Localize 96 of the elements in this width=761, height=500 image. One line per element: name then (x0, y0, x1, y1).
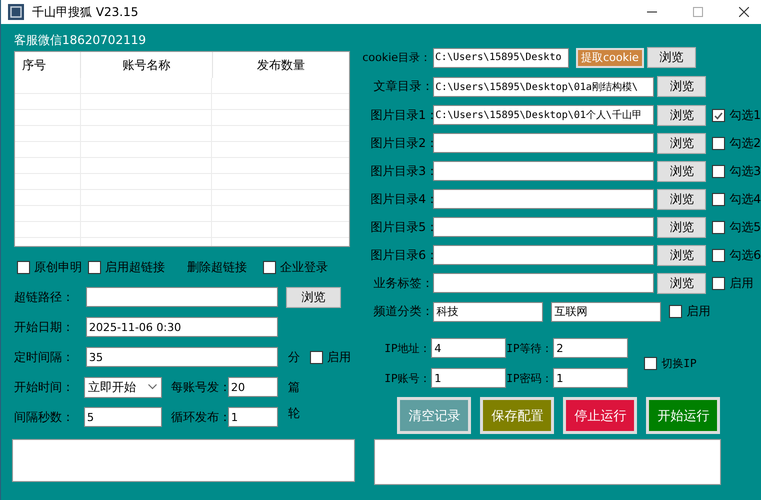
field-label: 开始时间： (14, 378, 75, 396)
field-label: 文章目录： (372, 78, 434, 95)
log-area[interactable] (374, 439, 721, 485)
browse-button[interactable]: 浏览 (657, 188, 706, 210)
cookie-dir-field[interactable]: C:\Users\15895\Deskto (433, 48, 570, 68)
checkbox[interactable] (712, 136, 726, 150)
browse-button[interactable]: 浏览 (657, 216, 706, 238)
browse-button[interactable]: 浏览 (657, 244, 706, 266)
image-dir-field[interactable]: C:\Users\15895\Desktop\01个人\千山甲 (433, 105, 654, 125)
checkbox-label: 启用 (686, 303, 710, 320)
loop-field[interactable]: 1 (228, 407, 278, 427)
checkbox[interactable] (712, 164, 726, 178)
column-header[interactable]: 账号名称 (81, 52, 213, 78)
image-dir-field[interactable] (433, 133, 654, 153)
close-icon[interactable] (739, 7, 749, 17)
column-header[interactable]: 发布数量 (213, 52, 349, 78)
interval-seconds-field[interactable]: 5 (84, 407, 162, 427)
caret-icon (148, 384, 157, 390)
article-dir-field[interactable]: C:\Users\15895\Desktop\01a刚结构模\ (433, 76, 654, 96)
field-label: 频道分类： (372, 303, 434, 320)
browse-button[interactable]: 浏览 (286, 286, 341, 308)
start-time-dropdown[interactable]: 立即开始 (84, 376, 162, 398)
interval-field[interactable]: 35 (86, 347, 278, 367)
field-label: 定时间隔： (14, 348, 75, 366)
checkbox-label: 勾选2 (729, 134, 761, 152)
column-header[interactable]: 序号 (15, 52, 81, 78)
checkbox-label: 勾选5 (729, 218, 761, 236)
checkbox[interactable] (712, 108, 726, 122)
ip-field[interactable]: 1 (431, 368, 506, 388)
unit-label: 分 (288, 348, 300, 366)
browse-button[interactable]: 浏览 (657, 104, 706, 126)
field-label: 图片目录5： (370, 218, 434, 236)
field-label: IP等待： (506, 340, 554, 356)
field-label: IP密码： (506, 370, 554, 386)
browse-button[interactable]: 浏览 (657, 76, 706, 97)
field-label: 每账号发： (171, 378, 228, 396)
browse-button[interactable]: 浏览 (657, 132, 706, 154)
action-button[interactable]: 保存配置 (480, 397, 554, 434)
field-label: 开始日期： (14, 318, 75, 336)
action-button[interactable]: 开始运行 (646, 397, 720, 434)
field-label: 图片目录4： (370, 190, 434, 208)
field-label: cookie目录： (362, 50, 432, 65)
log-area[interactable] (12, 439, 355, 482)
checkbox-label: 启用 (327, 348, 351, 366)
checkbox-label: 勾选1 (729, 106, 761, 124)
unit-label: 篇 (288, 378, 300, 396)
image-dir-field[interactable] (433, 161, 654, 181)
app-icon (8, 4, 24, 20)
tags-field[interactable] (433, 273, 654, 293)
ip-field[interactable]: 1 (553, 368, 628, 388)
checkbox-label: 启用 (729, 274, 754, 292)
checkbox-label: 原创申明 (34, 258, 82, 276)
checkbox-label: 企业登录 (280, 258, 328, 276)
field-label: 间隔秒数： (14, 408, 75, 426)
checkbox[interactable] (712, 276, 726, 290)
browse-button[interactable]: 浏览 (657, 272, 706, 294)
checkbox-label: 勾选3 (729, 162, 761, 180)
checkbox[interactable] (669, 305, 682, 318)
link-path-field[interactable] (86, 287, 278, 307)
field-label: 图片目录3： (370, 162, 434, 180)
ip-field[interactable]: 4 (431, 338, 506, 358)
field-label: 图片目录1： (370, 106, 434, 124)
checkbox[interactable] (712, 220, 726, 234)
checkbox[interactable] (712, 248, 726, 262)
checkbox[interactable] (17, 260, 30, 274)
checkbox-label: 启用超链接 (105, 258, 165, 276)
checkbox[interactable] (644, 356, 658, 370)
image-dir-field[interactable] (433, 217, 654, 237)
contact-text: 客服微信18620702119 (14, 33, 147, 47)
action-button[interactable]: 停止运行 (563, 397, 638, 434)
checkbox[interactable] (310, 350, 323, 364)
option-label: 删除超链接 (187, 258, 247, 276)
checkbox-label: 切换IP (661, 356, 697, 370)
window-title: 千山甲搜狐 V23.15 (32, 4, 138, 20)
field-label: IP地址： (384, 340, 432, 356)
ip-field[interactable]: 2 (553, 338, 628, 358)
field-label: 图片目录2： (370, 134, 434, 152)
image-dir-field[interactable] (433, 189, 654, 209)
browse-button[interactable]: 浏览 (657, 160, 706, 182)
field-label: 循环发布： (171, 408, 228, 426)
field-label: 超链路径： (14, 288, 75, 306)
per-account-field[interactable]: 20 (228, 377, 278, 397)
field-label: 图片目录6： (370, 246, 434, 264)
checkbox-label: 勾选6 (729, 246, 761, 264)
unit-label: 轮 (288, 405, 300, 422)
checkbox[interactable] (263, 260, 276, 274)
checkbox[interactable] (712, 192, 726, 206)
image-dir-field[interactable] (433, 245, 654, 265)
checkbox[interactable] (88, 260, 101, 274)
start-date-field[interactable]: 2025-11-06 0:30 (86, 317, 278, 337)
checkbox-label: 勾选4 (729, 190, 761, 208)
channel-field[interactable]: 科技 (433, 302, 544, 322)
field-label: IP账号： (384, 370, 432, 386)
field-label: 业务标签： (372, 274, 434, 292)
browse-button[interactable]: 浏览 (646, 47, 696, 68)
channel-field[interactable]: 互联网 (551, 302, 662, 322)
